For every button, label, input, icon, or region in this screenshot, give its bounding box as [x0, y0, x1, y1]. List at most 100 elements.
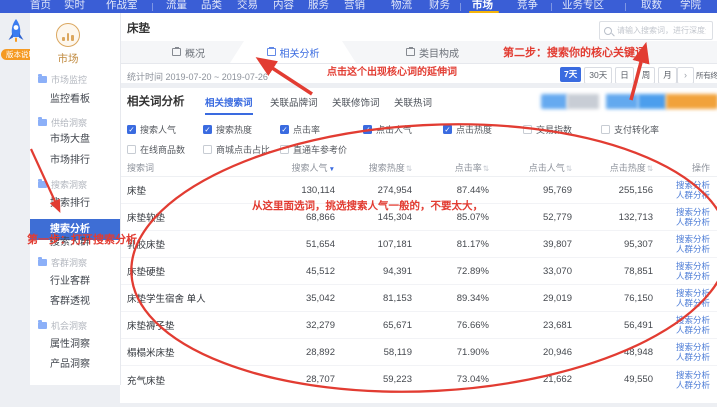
range-month[interactable]: 月: [658, 67, 677, 84]
crowd-analysis-link[interactable]: 人群分析: [676, 325, 710, 335]
section-label: 搜索洞察: [51, 178, 87, 191]
sidebar-item-product-insight[interactable]: 产品洞察: [50, 359, 90, 371]
sidebar-item-attribute-insight[interactable]: 属性洞察: [50, 339, 90, 351]
range-7d[interactable]: 7天: [560, 67, 581, 82]
crowd-analysis-link[interactable]: 人群分析: [676, 217, 710, 227]
row-term: 床垫学生宿舍 单人: [127, 291, 255, 305]
folder-icon: [38, 181, 47, 188]
tab-related-analysis[interactable]: 相关分析: [230, 41, 356, 63]
range-30d[interactable]: 30天: [584, 67, 612, 84]
sidebar-section-opportunity: 机会洞察: [38, 319, 87, 331]
nav-item-service[interactable]: 服务: [308, 0, 329, 12]
sidebar-item-industry-customer[interactable]: 行业客群: [50, 276, 90, 288]
filter-search-popularity[interactable]: ✓搜索人气: [127, 123, 176, 136]
row-value: 255,156: [572, 185, 653, 196]
nav-item-traffic[interactable]: 流量: [166, 0, 187, 12]
filter-trade-index[interactable]: 交易指数: [523, 123, 572, 136]
filter-label: 搜索热度: [216, 123, 252, 136]
search-analysis-link[interactable]: 搜索分析: [676, 288, 710, 298]
terminal-label: 所有终端: [696, 71, 717, 80]
checkbox-checked-icon: ✓: [363, 125, 372, 134]
filter-online-products[interactable]: 在线商品数: [127, 143, 185, 156]
row-value: 76.66%: [412, 320, 489, 331]
col-label: 点击热度: [610, 163, 646, 173]
tab-strip: 概况 相关分析 类目构成: [120, 41, 717, 64]
nav-item-trade[interactable]: 交易: [237, 0, 258, 12]
checkbox-icon: [601, 125, 610, 134]
subtab-brand-words[interactable]: 关联品牌词: [270, 95, 318, 113]
filter-pay-conversion[interactable]: 支付转化率: [601, 123, 659, 136]
nav-item-home[interactable]: 首页: [30, 0, 51, 12]
sidebar-section-customer: 客群洞察: [38, 256, 87, 268]
search-analysis-link[interactable]: 搜索分析: [676, 180, 710, 190]
nav-item-compete[interactable]: 竞争: [517, 0, 538, 12]
tab-category-composition[interactable]: 类目构成: [406, 41, 459, 63]
sidebar-item-market-overview[interactable]: 市场大盘: [50, 134, 90, 146]
sidebar-item-customer-insight[interactable]: 客群透视: [50, 296, 90, 308]
range-day[interactable]: 日: [615, 67, 634, 84]
col-click-rate[interactable]: 点击率⇅: [412, 161, 489, 174]
main-content: 床垫 概况 相关分析 类目构成 统计时间 2019-07-20 ~ 2019-0…: [120, 13, 717, 403]
search-analysis-link[interactable]: 搜索分析: [676, 207, 710, 217]
subtab-modifier-words[interactable]: 关联修饰词: [332, 95, 380, 113]
nav-divider: [460, 3, 461, 11]
nav-active-underline: [469, 11, 499, 14]
tab-overview[interactable]: 概况: [172, 41, 205, 63]
filter-mall-click-share[interactable]: 商城点击占比: [203, 143, 270, 156]
crowd-analysis-link[interactable]: 人群分析: [676, 352, 710, 362]
sidebar-item-search-ranking[interactable]: 搜索排行: [50, 198, 90, 210]
col-click-heat[interactable]: 点击热度⇅: [572, 161, 653, 174]
search-input[interactable]: [615, 25, 708, 36]
filter-click-rate[interactable]: ✓点击率: [280, 123, 320, 136]
sidebar-item-search-crowd[interactable]: 搜索人群: [50, 237, 90, 249]
filter-search-heat[interactable]: ✓搜索热度: [203, 123, 252, 136]
crowd-analysis-link[interactable]: 人群分析: [676, 298, 710, 308]
search-analysis-link[interactable]: 搜索分析: [676, 370, 710, 380]
col-search-popularity[interactable]: 搜索人气▼: [255, 161, 335, 174]
crowd-analysis-link[interactable]: 人群分析: [676, 380, 710, 390]
nav-item-bizzone[interactable]: 业务专区: [562, 0, 604, 12]
search-analysis-link[interactable]: 搜索分析: [676, 342, 710, 352]
filter-click-popularity[interactable]: ✓点击人气: [363, 123, 412, 136]
market-module-icon: [56, 23, 80, 47]
filter-click-heat[interactable]: ✓点击热度: [443, 123, 492, 136]
nav-item-warroom[interactable]: 作战室: [106, 0, 138, 12]
crowd-analysis-link[interactable]: 人群分析: [676, 244, 710, 254]
nav-item-academy[interactable]: 学院: [680, 0, 701, 12]
blur-gap: [599, 94, 606, 109]
sidebar-item-monitor-board[interactable]: 监控看板: [50, 94, 90, 106]
sidebar-item-market-ranking[interactable]: 市场排行: [50, 155, 90, 167]
terminal-dropdown[interactable]: 所有终端 ∨: [696, 70, 717, 81]
row-value: 33,070: [489, 266, 572, 277]
next-period-button[interactable]: ›: [677, 67, 694, 84]
crowd-analysis-link[interactable]: 人群分析: [676, 190, 710, 200]
col-search-heat[interactable]: 搜索热度⇅: [335, 161, 412, 174]
tab-icon: [267, 48, 276, 56]
left-rail: 版本说明: [0, 13, 30, 407]
search-analysis-link[interactable]: 搜索分析: [676, 261, 710, 271]
nav-item-logistics[interactable]: 物流: [391, 0, 412, 12]
subtab-related-search[interactable]: 相关搜索词: [205, 95, 253, 115]
nav-item-content[interactable]: 内容: [273, 0, 294, 12]
range-week[interactable]: 周: [637, 67, 656, 84]
nav-item-realtime[interactable]: 实时: [64, 0, 85, 12]
subtab-hot-words[interactable]: 关联热词: [394, 95, 432, 113]
nav-item-finance[interactable]: 财务: [429, 0, 450, 12]
checkbox-checked-icon: ✓: [443, 125, 452, 134]
col-click-popularity[interactable]: 点击人气⇅: [489, 161, 572, 174]
folder-icon: [38, 119, 47, 126]
search-analysis-link[interactable]: 搜索分析: [676, 315, 710, 325]
col-label: 搜索人气: [292, 163, 328, 173]
section-label: 机会洞察: [51, 319, 87, 332]
nav-item-category[interactable]: 品类: [201, 0, 222, 12]
table-row: 乳胶床垫 51,654 107,181 81.17% 39,807 95,307…: [120, 231, 717, 258]
filter-ztc-ref-price[interactable]: 直通车参考价: [280, 143, 347, 156]
search-analysis-link[interactable]: 搜索分析: [676, 234, 710, 244]
rocket-icon[interactable]: [6, 18, 26, 46]
row-value: 65,671: [335, 320, 412, 331]
checkbox-icon: [127, 145, 136, 154]
nav-item-data[interactable]: 取数: [641, 0, 662, 12]
row-value: 71.90%: [412, 347, 489, 358]
crowd-analysis-link[interactable]: 人群分析: [676, 271, 710, 281]
nav-item-marketing[interactable]: 营销: [344, 0, 365, 12]
